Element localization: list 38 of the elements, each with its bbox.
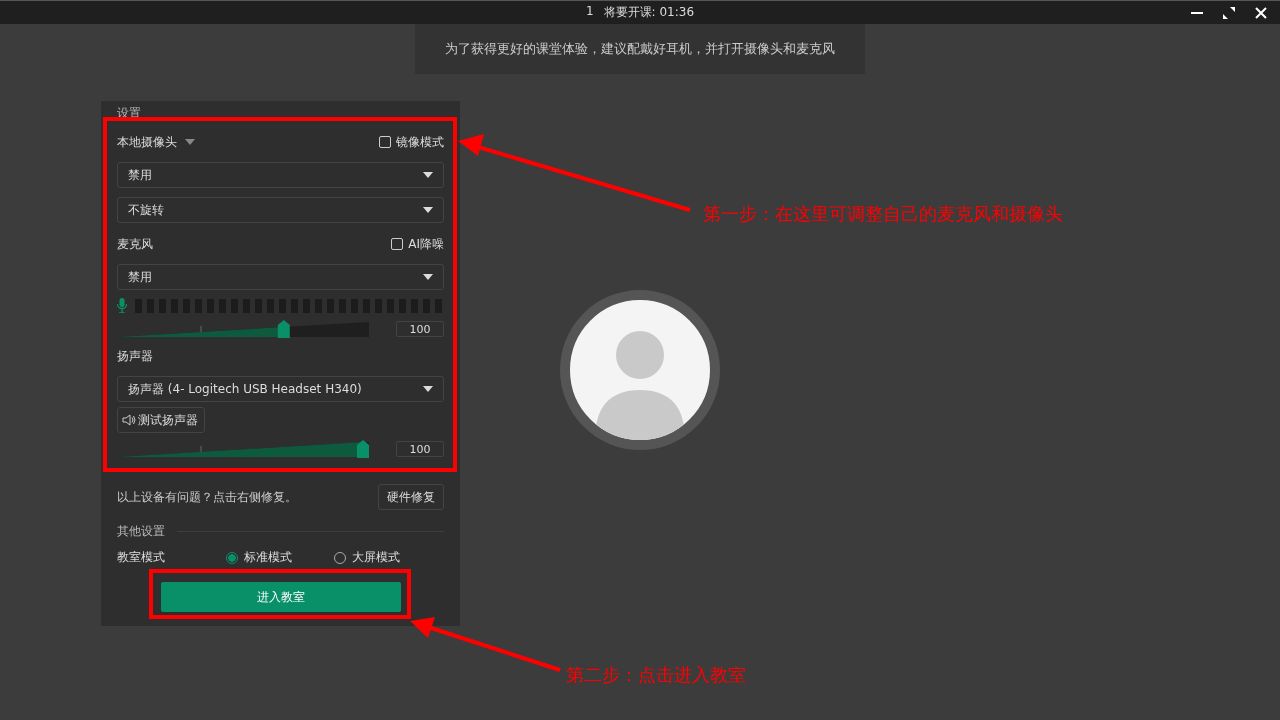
slider-thumb[interactable] — [277, 320, 290, 338]
dropdown[interactable]: 不旋转 — [117, 197, 444, 223]
checkbox-label: 镜像模式 — [396, 133, 444, 151]
checkbox[interactable] — [379, 136, 391, 148]
dropdown[interactable]: 禁用 — [117, 162, 444, 188]
section-label: 其他设置 — [117, 523, 165, 540]
speaker-icon — [122, 414, 136, 426]
dropdown[interactable]: 禁用 — [117, 264, 444, 290]
caret-icon — [423, 207, 433, 213]
window-number: 1 — [585, 4, 594, 20]
volume-value: 100 — [396, 321, 444, 337]
annotation-text: 第二步：点击进入教室 — [566, 663, 746, 687]
expand-icon[interactable] — [1222, 6, 1236, 20]
hardware-repair-button[interactable]: 硬件修复 — [378, 484, 444, 510]
radio-label: 标准模式 — [244, 549, 292, 566]
radio-label: 大屏模式 — [352, 549, 400, 566]
caret-icon — [423, 274, 433, 280]
caret-icon — [423, 386, 433, 392]
checkbox-label: AI降噪 — [408, 235, 444, 253]
notice-banner: 为了获得更好的课堂体验，建议配戴好耳机，并打开摄像头和麦克风 — [415, 24, 865, 74]
section-label: 本地摄像头 — [117, 133, 177, 151]
repair-hint: 以上设备有问题？点击右侧修复。 — [117, 489, 297, 505]
close-icon[interactable] — [1254, 6, 1268, 20]
section-label: 扬声器 — [117, 347, 153, 365]
dropdown[interactable]: 扬声器 (4- Logitech USB Headset H340) — [117, 376, 444, 402]
caret-icon[interactable] — [185, 139, 195, 145]
caret-icon — [423, 172, 433, 178]
slider-thumb[interactable] — [357, 440, 369, 458]
section-label: 麦克风 — [117, 235, 153, 253]
enter-classroom-button[interactable]: 进入教室 — [160, 582, 401, 612]
countdown: 将要开课: 01:36 — [603, 4, 695, 21]
test-speaker-button[interactable]: 测试扬声器 — [117, 407, 205, 433]
field-label: 教室模式 — [117, 549, 166, 566]
volume-value: 100 — [396, 441, 444, 457]
checkbox[interactable] — [391, 238, 404, 250]
annotation-text: 第一步：在这里可调整自己的麦克风和摄像头 — [703, 202, 1063, 226]
radio-button[interactable] — [226, 551, 238, 564]
microphone-icon — [117, 298, 127, 313]
